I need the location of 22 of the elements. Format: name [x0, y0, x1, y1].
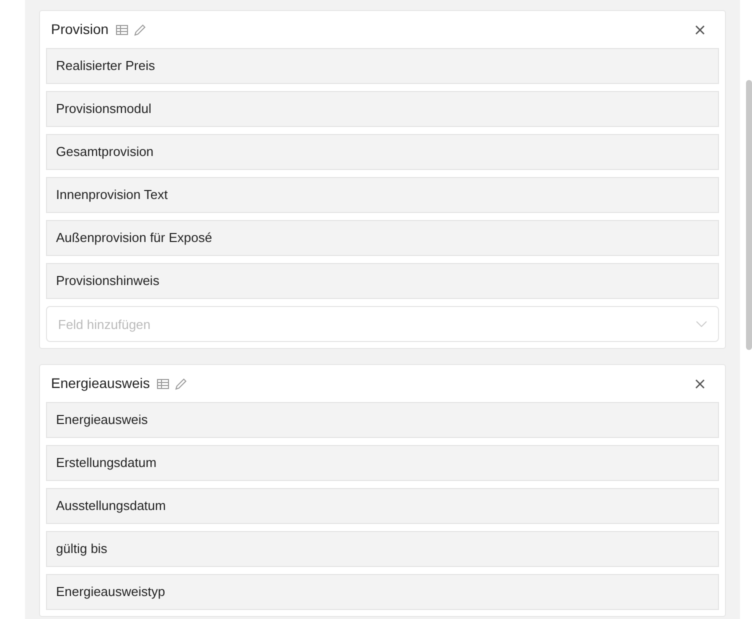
field-row[interactable]: gültig bis: [46, 531, 719, 567]
field-row[interactable]: Provisionsmodul: [46, 91, 719, 127]
chevron-down-icon[interactable]: [696, 321, 707, 327]
field-row[interactable]: Energieausweistyp: [46, 574, 719, 610]
field-row[interactable]: Gesamtprovision: [46, 134, 719, 170]
field-row[interactable]: Provisionshinweis: [46, 263, 719, 299]
add-field-dropdown[interactable]: Feld hinzufügen: [46, 306, 719, 342]
pencil-icon[interactable]: [134, 24, 146, 36]
section-title: Energieausweis: [51, 374, 150, 393]
field-row[interactable]: Innenprovision Text: [46, 177, 719, 213]
section-title: Provision: [51, 20, 109, 39]
scrollbar-thumb[interactable]: [746, 80, 752, 350]
table-icon[interactable]: [156, 378, 169, 388]
field-row[interactable]: Realisierter Preis: [46, 48, 719, 84]
table-icon[interactable]: [116, 24, 128, 34]
field-row[interactable]: Ausstellungsdatum: [46, 488, 719, 524]
pencil-icon[interactable]: [174, 378, 187, 390]
close-icon[interactable]: [695, 24, 705, 34]
field-row[interactable]: Erstellungsdatum: [46, 445, 719, 481]
close-icon[interactable]: [695, 378, 705, 388]
field-row[interactable]: Außenprovision für Exposé: [46, 220, 719, 256]
field-row[interactable]: Energieausweis: [46, 402, 719, 438]
